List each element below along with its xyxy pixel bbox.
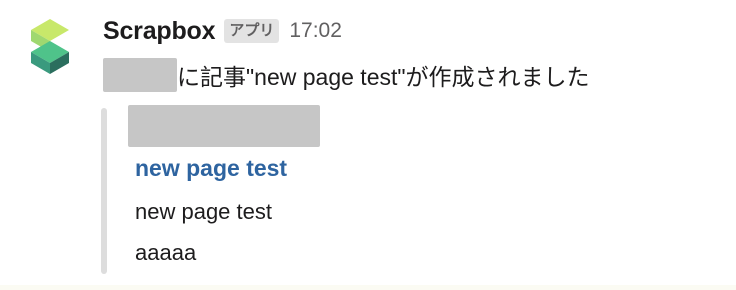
scrapbox-logo-icon[interactable] [27,17,73,75]
redacted-attachment-author [128,105,320,147]
attachment-text-line: new page test [135,199,272,224]
slack-message: Scrapbox アプリ 17:02 に記事"new page test"が作成… [0,0,736,290]
attachment-title-link[interactable]: new page test [135,155,287,182]
redacted-user-mention [103,58,177,92]
next-message-edge [0,285,736,290]
message-body: に記事"new page test"が作成されました [103,57,590,93]
app-badge: アプリ [224,19,280,43]
message-header: Scrapbox アプリ 17:02 [103,14,342,48]
sender-name[interactable]: Scrapbox [103,17,216,46]
attachment-border [101,108,107,274]
attachment-text-line: aaaaa [135,240,197,265]
message-text: に記事"new page test"が作成されました [177,64,590,90]
timestamp[interactable]: 17:02 [289,19,342,43]
